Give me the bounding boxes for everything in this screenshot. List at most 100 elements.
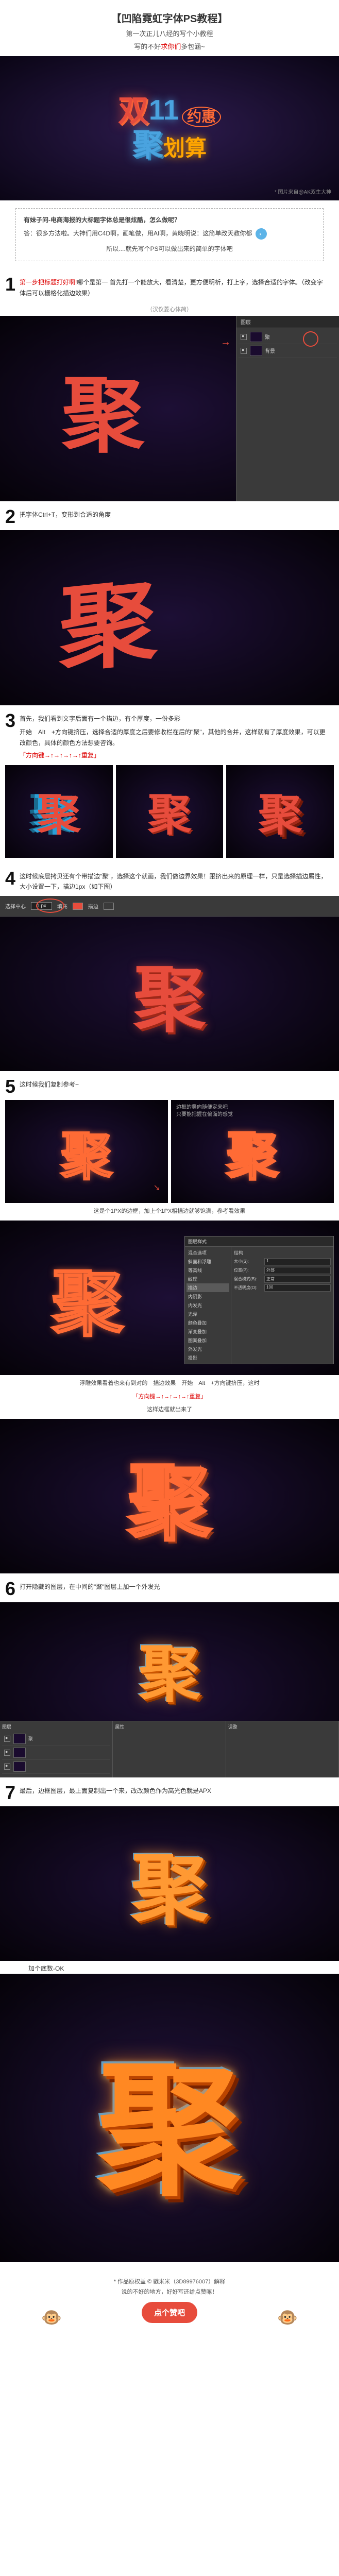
step3-text: 首先，我们看到文字后面有一个描边，有个厚度，一份多彩 开始 Alt +方向键挤压… — [20, 711, 329, 761]
props-pane[interactable]: 属性 — [113, 1721, 226, 1777]
caption-top: 边框的竖向随便定来吧 只要能把握在偏面的感觉 — [176, 1104, 233, 1118]
layer-thumb — [250, 332, 262, 342]
hero-11: 11 — [149, 94, 179, 126]
adjust-pane[interactable]: 调整 — [226, 1721, 339, 1777]
step3-char1: 聚 — [37, 779, 81, 843]
mascot-icon — [41, 2308, 62, 2328]
layer-name: 聚 — [265, 333, 270, 341]
step3-char2: 聚 — [148, 779, 192, 843]
step1-red: 第一步把标题打好啊! — [20, 279, 77, 286]
stroke-swatch[interactable] — [104, 903, 114, 910]
style-list[interactable]: 混合选项 斜面和浮雕 等高线 纹理 描边 内阴影 内发光 光泽 颜色叠加 渐变叠… — [185, 1247, 231, 1364]
step6-num: 6 — [5, 1580, 15, 1598]
footer-credit2: 说的不好的地方，好好写还给点赞嘛！ — [0, 2287, 339, 2296]
ps-options-bar[interactable]: 选择中心 1 px 填充 描边 — [0, 896, 339, 917]
style-settings: 结构 大小(S):1 位置(P):外部 混合模式(B):正常 不透明度(O):1… — [231, 1247, 333, 1364]
step-7: 7 最后，边框图层，最上面复制出一个来，改改颜色作为高光色就是APX 聚 加个底… — [0, 1777, 339, 2262]
pane-title[interactable]: 调整 — [228, 1723, 336, 1730]
step4-text: 这时候底层拷贝还有个带描边"聚"，选择这个就画，我们做边界效果！跟挤出来的原理一… — [20, 869, 329, 892]
layer-thumb — [13, 1761, 26, 1772]
pane-title[interactable]: 图层 — [2, 1723, 110, 1730]
pos-select[interactable]: 外部 — [264, 1267, 331, 1274]
layer-thumb — [250, 346, 262, 356]
pos-label: 位置(P): — [234, 1267, 262, 1273]
dialog-title: 图层样式 — [185, 1236, 333, 1247]
layers-tab[interactable]: 图层 — [236, 316, 339, 328]
visibility-icon[interactable] — [4, 1736, 10, 1742]
visibility-icon[interactable] — [241, 334, 247, 340]
style-item[interactable]: 颜色叠加 — [187, 1318, 229, 1327]
layer-thumb — [13, 1734, 26, 1744]
layers-pane[interactable]: 图层 聚 — [0, 1721, 113, 1777]
step2-text: 把字体Ctrl+T，变形到合适的角度 — [20, 507, 329, 520]
hero-text: 双11约惠 聚划算 — [118, 96, 221, 161]
visibility-icon[interactable] — [241, 348, 247, 354]
style-item[interactable]: 内阴影 — [187, 1292, 229, 1301]
step3-img-1: 聚 — [5, 765, 113, 858]
size-label: 大小(S): — [234, 1259, 262, 1264]
sub2a: 写的不好 — [134, 43, 161, 50]
step3-line1: 首先，我们看到文字后面有一个描边，有个厚度，一份多彩 — [20, 714, 329, 724]
style-item[interactable]: 光泽 — [187, 1310, 229, 1318]
opt-select-center[interactable]: 选择中心 — [5, 902, 26, 910]
layer-thumb — [13, 1748, 26, 1758]
step1-canvas: 聚 图层 聚 背景 → — [0, 316, 339, 501]
step3-gallery: 聚 聚 聚 — [0, 765, 339, 863]
hero-ju: 聚 — [132, 128, 163, 162]
step7-note: 加个底数-OK — [0, 1961, 339, 1974]
hero-huasuan: 划算 — [163, 136, 207, 160]
mascot-icon — [277, 2308, 298, 2328]
fill-swatch[interactable] — [73, 903, 83, 910]
style-item[interactable]: 渐变叠加 — [187, 1327, 229, 1336]
ps-bottom-panels[interactable]: 图层 聚 属性 调整 — [0, 1721, 339, 1777]
step5-char2: 聚 — [227, 1114, 278, 1189]
step2-char: 聚 — [59, 545, 158, 690]
step1-text: 第一步把标题打好啊!哪个是第一 首先打一个能放大，看清楚，更方便明析，打上字，选… — [20, 275, 329, 298]
blend-select[interactable]: 正常 — [264, 1276, 331, 1283]
sub2c: 多包涵~ — [181, 43, 205, 50]
step7-num: 7 — [5, 1784, 15, 1802]
like-button[interactable]: 点个赞吧 — [142, 2302, 197, 2323]
opac-input[interactable]: 100 — [264, 1284, 331, 1292]
layer-name: 背景 — [265, 347, 275, 354]
step5-caption-b2: 这样边框就出来了 — [0, 1405, 339, 1419]
opac-label: 不透明度(O): — [234, 1285, 262, 1291]
callout-conclusion: 所以....就先写个PS可以做出来的简单的字体吧 — [24, 244, 315, 255]
opt-stroke-label: 描边 — [88, 902, 98, 910]
step-5: 5 这时候我们复制参考~ 聚 ↘ 聚 边框的竖向随便定来吧 只要能把握在偏面的感… — [0, 1071, 339, 1573]
step2-num: 2 — [5, 507, 15, 526]
visibility-icon[interactable] — [4, 1750, 10, 1756]
struct-label: 结构 — [234, 1249, 331, 1256]
step5-num: 5 — [5, 1077, 15, 1096]
step5-char3: 聚 — [52, 1246, 124, 1350]
pane-title[interactable]: 属性 — [115, 1723, 223, 1730]
style-item[interactable]: 混合选项 — [187, 1248, 229, 1257]
layers-panel[interactable]: 图层 聚 背景 — [236, 316, 339, 501]
layer-row[interactable]: 背景 — [239, 344, 337, 358]
layer-name: 聚 — [28, 1735, 33, 1742]
layer-style-dialog[interactable]: 图层样式 混合选项 斜面和浮雕 等高线 纹理 描边 内阴影 内发光 光泽 颜色叠… — [184, 1236, 334, 1364]
step3-char3: 聚 — [258, 779, 302, 843]
layer-row[interactable]: 聚 — [239, 330, 337, 344]
style-item[interactable]: 投影 — [187, 1353, 229, 1362]
step5-caption-mid: 这是个1PX的边框，加上个1PX相描边就够饱满，参考看效果 — [0, 1203, 339, 1221]
step6-char: 聚 — [139, 1624, 200, 1714]
step7-canvas: 聚 — [0, 1806, 339, 1961]
style-item[interactable]: 纹理 — [187, 1275, 229, 1283]
step5-direction: 「方向键→↑→↑→↑→↑重复」 — [0, 1393, 339, 1406]
visibility-icon[interactable] — [4, 1764, 10, 1770]
arrow-icon: → — [221, 336, 231, 348]
blend-label: 混合模式(B): — [234, 1276, 262, 1282]
style-item[interactable]: 外发光 — [187, 1345, 229, 1353]
step4-char: 聚 — [133, 942, 206, 1046]
step-2: 2 把字体Ctrl+T，变形到合适的角度 聚 — [0, 501, 339, 705]
attention-circle-icon — [36, 899, 64, 913]
style-item[interactable]: 等高线 — [187, 1266, 229, 1275]
style-item-active[interactable]: 描边 — [187, 1283, 229, 1292]
style-item[interactable]: 图案叠加 — [187, 1336, 229, 1345]
style-item[interactable]: 内发光 — [187, 1301, 229, 1310]
sub2b: 求你们 — [161, 43, 181, 50]
size-input[interactable]: 1 — [264, 1258, 331, 1265]
step1-note: （汉仪菱心体简） — [0, 302, 339, 316]
style-item[interactable]: 斜面和浮雕 — [187, 1257, 229, 1266]
